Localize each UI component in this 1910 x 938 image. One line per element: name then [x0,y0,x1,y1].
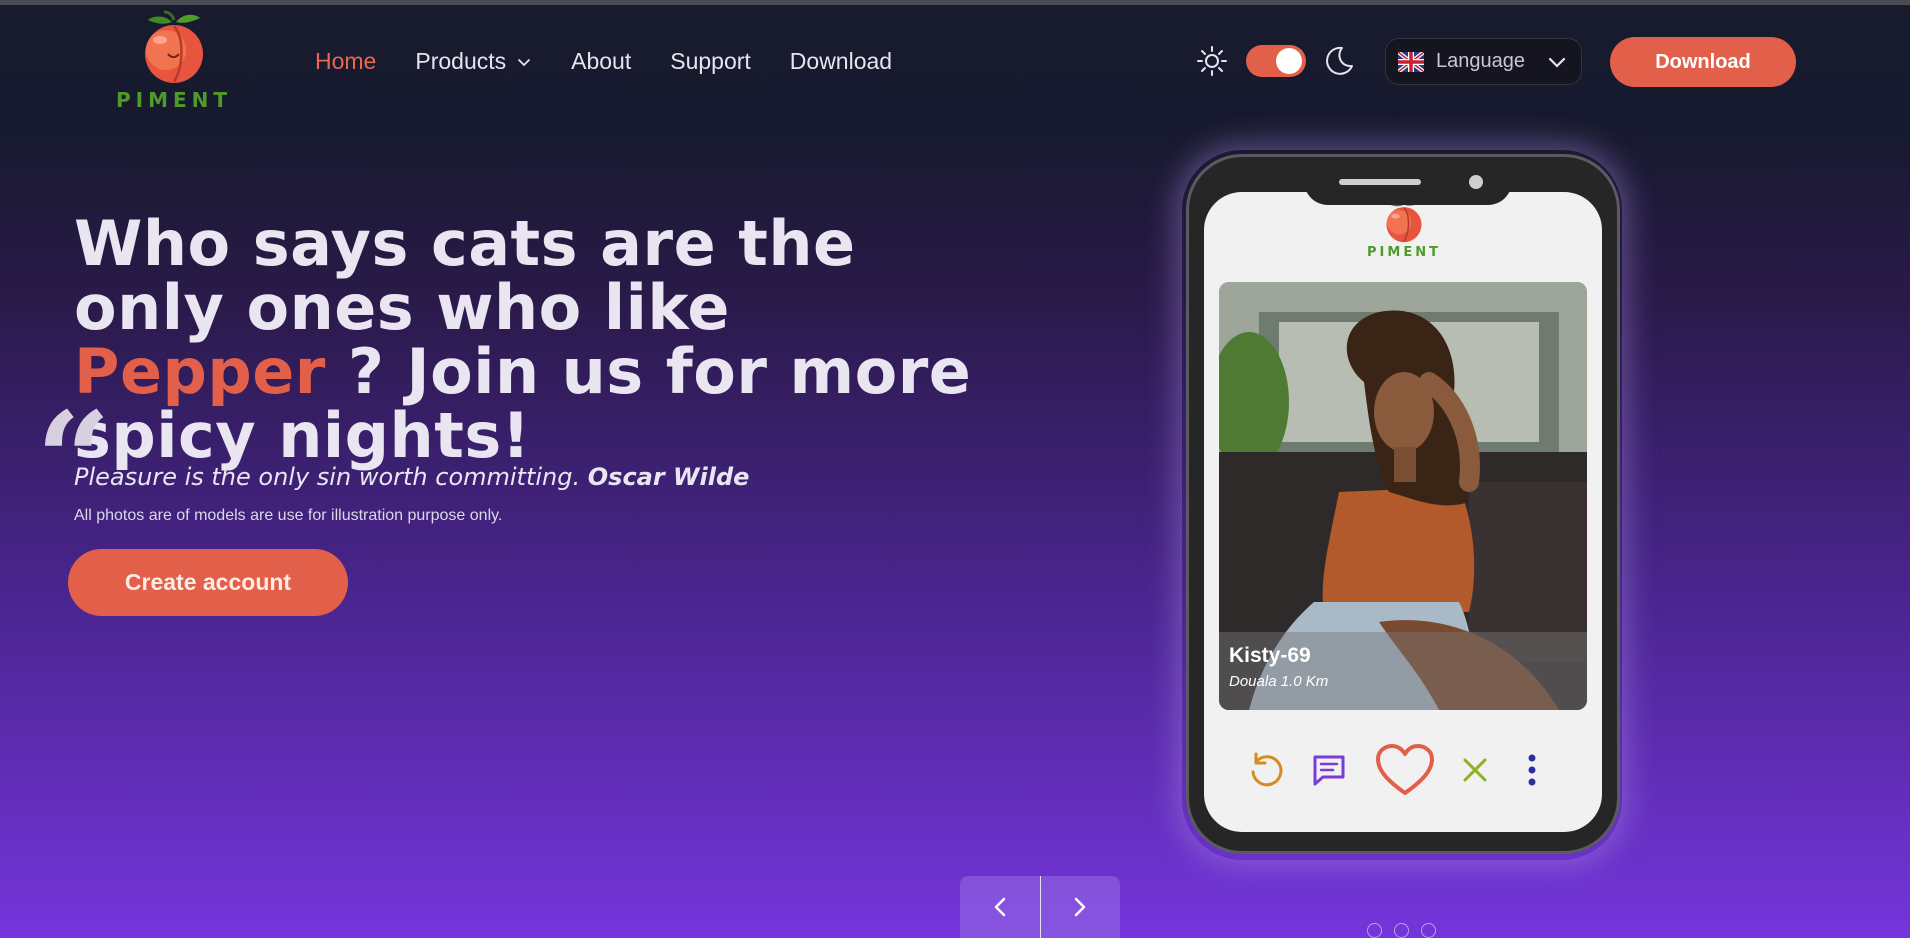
chevron-left-icon [994,897,1005,917]
headline-part-1: Who says cats are the only ones who like [74,207,856,344]
carousel-dots [1367,923,1436,938]
brand-logo[interactable]: PIMENT [115,10,233,114]
carousel-prev-button[interactable] [960,876,1040,938]
create-account-button[interactable]: Create account [68,549,348,616]
profile-name: Kisty-69 [1229,644,1311,667]
chevron-down-icon [518,58,531,66]
phone-mockup: PIMENT Kisty-69 Douala 1.0 Km [1186,154,1620,854]
app-name: PIMENT [1367,245,1441,260]
carousel-dot[interactable] [1367,923,1382,938]
main-nav: Home Products About Support Download [315,48,931,75]
phone-speaker [1339,179,1421,185]
carousel-next-button[interactable] [1041,876,1121,938]
undo-icon [1251,752,1283,787]
dislike-button[interactable] [1459,740,1491,800]
phone-notch [1304,169,1512,205]
hero-quote: Pleasure is the only sin worth committin… [74,463,749,491]
chevron-down-icon [1548,57,1566,68]
app-logo: PIMENT [1367,198,1438,260]
toggle-knob [1276,48,1302,74]
top-border [0,0,1910,5]
peach-logo-icon [145,10,203,83]
quote-text: Pleasure is the only sin worth committin… [74,463,581,491]
like-button[interactable] [1374,740,1436,800]
chat-button[interactable] [1309,740,1349,800]
chevron-right-icon [1075,897,1086,917]
carousel-controls [960,876,1120,938]
close-icon [1463,758,1487,782]
nav-products[interactable]: Products [415,48,532,75]
quote-mark-icon: “ [36,383,111,536]
hero-headline: Who says cats are the only ones who like… [74,212,994,468]
sun-icon[interactable] [1196,45,1228,77]
language-label: Language [1436,50,1525,72]
brand-name: PIMENT [115,88,233,112]
nav-home[interactable]: Home [315,48,376,75]
carousel-dot[interactable] [1394,923,1409,938]
nav-products-label: Products [415,48,507,74]
more-button[interactable] [1522,740,1542,800]
headline-accent: Pepper [74,335,326,408]
phone-camera [1469,175,1483,189]
theme-switcher [1196,44,1356,78]
nav-download[interactable]: Download [790,48,892,75]
heart-icon [1376,744,1434,795]
uk-flag-icon [1398,51,1424,72]
nav-about[interactable]: About [571,48,631,75]
phone-screen: PIMENT Kisty-69 Douala 1.0 Km [1204,192,1602,832]
profile-location: Douala 1.0 Km [1229,673,1329,690]
swipe-actions [1204,740,1602,800]
moon-icon[interactable] [1322,44,1356,78]
language-select[interactable]: Language [1385,38,1582,85]
photo-disclaimer: All photos are of models are use for ill… [74,507,503,524]
chat-icon [1313,755,1345,786]
download-button[interactable]: Download [1610,37,1796,87]
carousel-dot[interactable] [1421,923,1436,938]
undo-button[interactable] [1246,740,1286,800]
quote-author: Oscar Wilde [587,463,750,491]
nav-support[interactable]: Support [670,48,751,75]
theme-toggle[interactable] [1246,45,1306,77]
profile-card[interactable]: Kisty-69 Douala 1.0 Km [1219,282,1587,710]
more-icon [1528,754,1536,786]
